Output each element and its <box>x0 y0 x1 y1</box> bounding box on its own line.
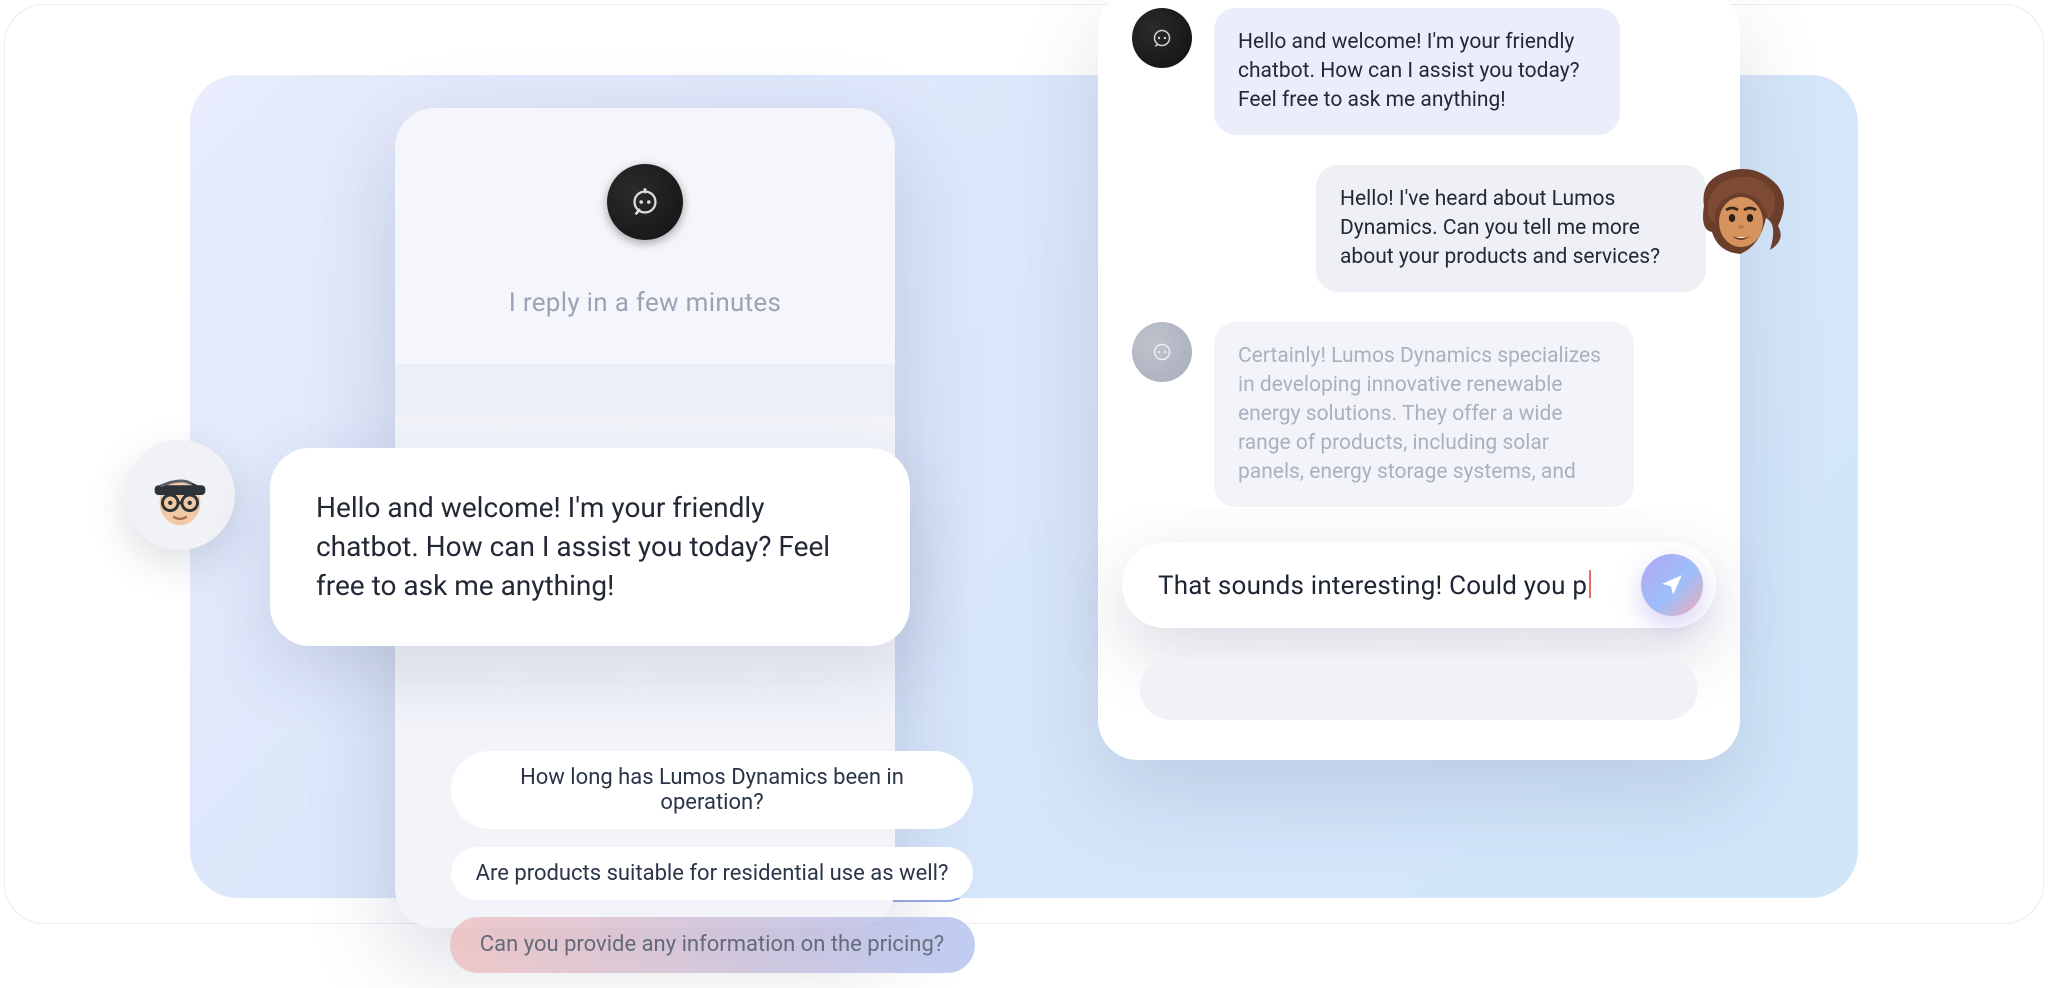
suggestion-pill[interactable]: How long has Lumos Dynamics been in oper… <box>450 750 974 830</box>
reply-hint: I reply in a few minutes <box>395 288 895 318</box>
avatar <box>125 440 235 550</box>
suggestion-pill[interactable]: Can you provide any information on the p… <box>450 917 974 972</box>
user-message: Hello! I've heard about Lumos Dynamics. … <box>1316 165 1706 292</box>
suggestion-text: Are products suitable for residential us… <box>476 861 949 886</box>
welcome-bubble: Hello and welcome! I'm your friendly cha… <box>270 448 910 646</box>
suggestion-pill[interactable]: Are products suitable for residential us… <box>450 846 974 901</box>
message-input[interactable]: That sounds interesting! Could you p <box>1158 570 1641 601</box>
bot-message: Certainly! Lumos Dynamics specializes in… <box>1214 322 1634 507</box>
suggestion-text: Can you provide any information on the p… <box>480 932 944 957</box>
bot-message: Hello and welcome! I'm your friendly cha… <box>1214 8 1620 135</box>
suggestion-list: How long has Lumos Dynamics been in oper… <box>450 750 974 988</box>
send-button[interactable] <box>1641 554 1703 616</box>
avatar <box>1686 160 1796 270</box>
suggestion-text: How long has Lumos Dynamics been in oper… <box>520 765 904 815</box>
chat-widget-right: Hello and welcome! I'm your friendly cha… <box>1098 0 1740 760</box>
message-row: Hello! I've heard about Lumos Dynamics. … <box>1132 165 1706 292</box>
chat-header: I reply in a few minutes <box>395 108 895 364</box>
message-row: Hello and welcome! I'm your friendly cha… <box>1132 8 1706 135</box>
chatbot-icon <box>1132 8 1192 68</box>
message-input-bar: That sounds interesting! Could you p <box>1122 542 1716 628</box>
placeholder-bar <box>1140 658 1698 720</box>
message-row: Certainly! Lumos Dynamics specializes in… <box>1132 322 1706 507</box>
chatbot-icon <box>1132 322 1192 382</box>
chatbot-icon <box>607 164 683 240</box>
